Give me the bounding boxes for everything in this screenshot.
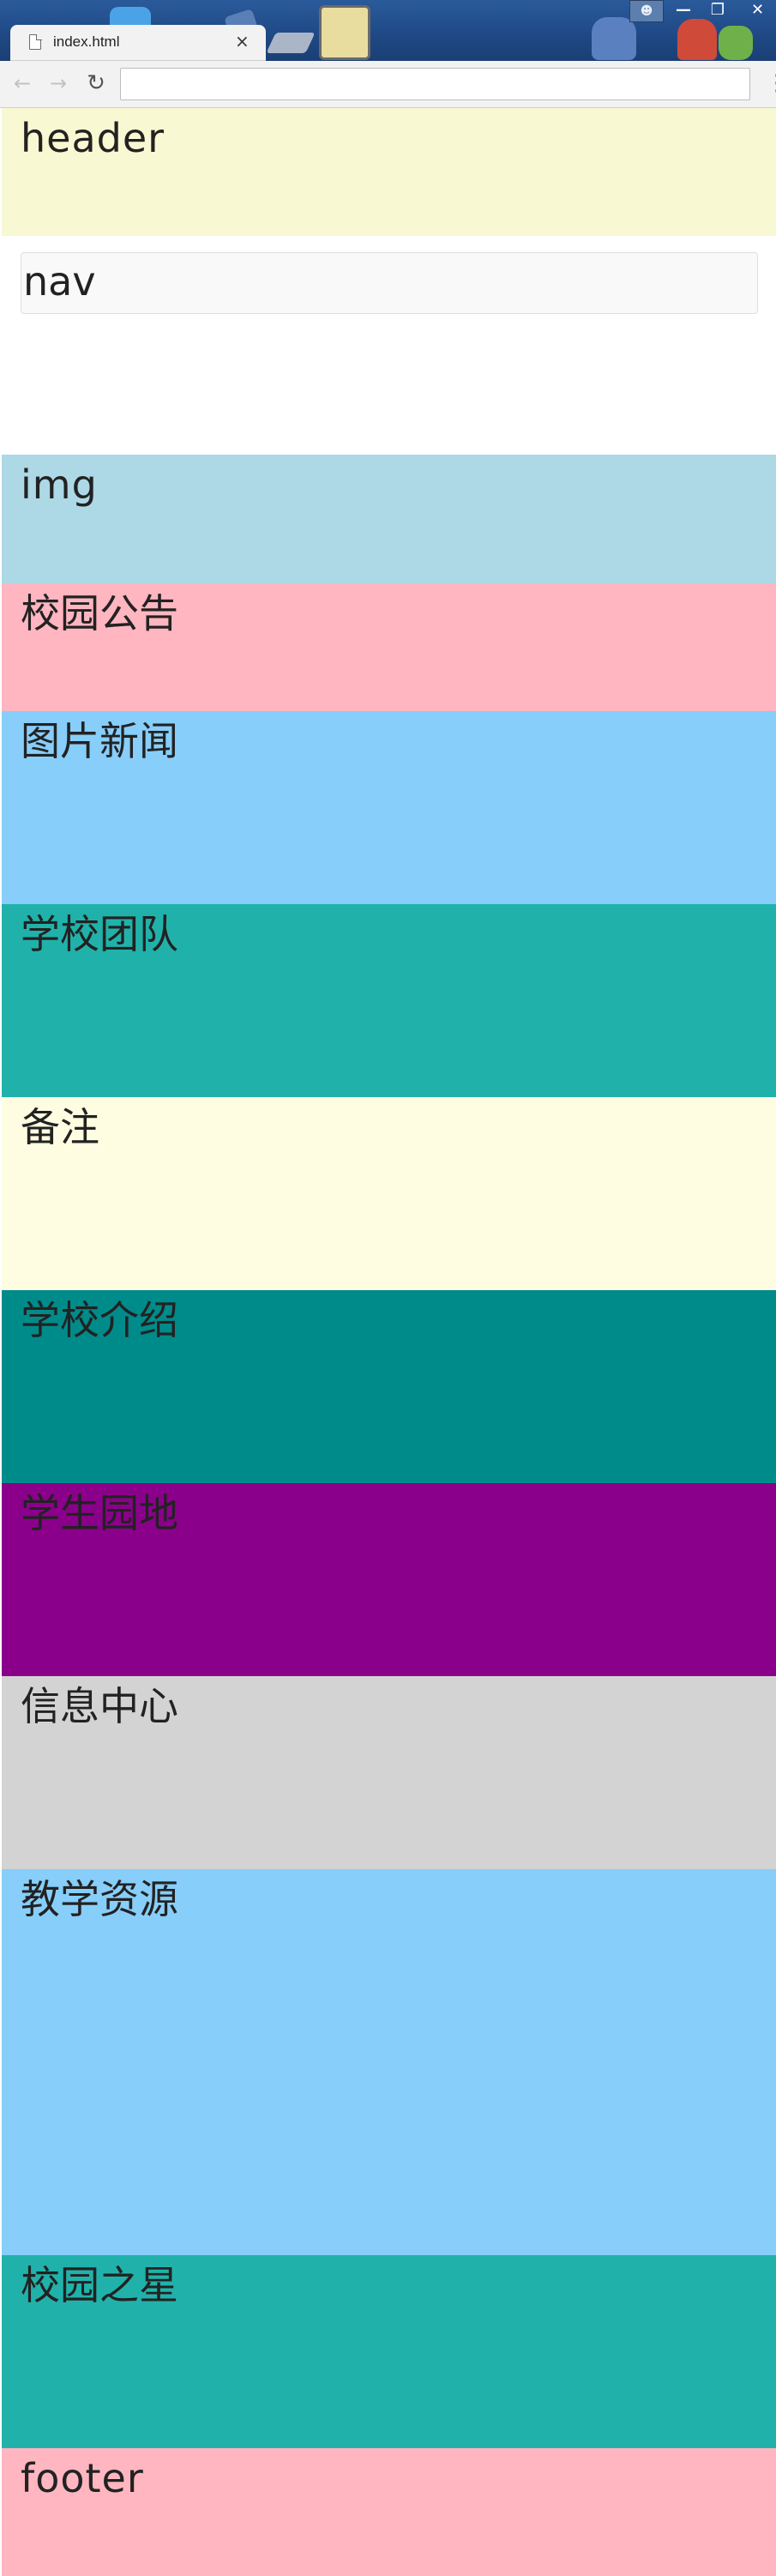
desktop-background xyxy=(319,5,370,60)
page-content: header nav img 校园公告 图片新闻 学校团队 备注 学校介绍 学生… xyxy=(2,108,776,2576)
window-close-button[interactable]: ✕ xyxy=(739,0,776,22)
section-label: 学生园地 xyxy=(21,1490,178,1536)
school-team-section: 学校团队 xyxy=(2,904,776,1097)
browser-toolbar: ← → ↻ ⋮ xyxy=(0,61,776,108)
window-close-icon: ✕ xyxy=(750,1,765,19)
nav-bar[interactable]: nav xyxy=(21,252,758,314)
forward-arrow-icon[interactable]: → xyxy=(46,71,70,95)
section-label: nav xyxy=(23,258,96,305)
browser-titlebar: index.html × ☻ — ❐ ✕ xyxy=(0,0,776,61)
section-label: footer xyxy=(21,2455,144,2501)
menu-dots-icon[interactable]: ⋮ xyxy=(766,71,776,97)
section-label: 学校团队 xyxy=(21,911,178,957)
close-icon[interactable]: × xyxy=(235,32,250,51)
restore-icon: ❐ xyxy=(710,1,725,19)
header-section: header xyxy=(2,108,776,236)
section-label: 备注 xyxy=(21,1104,99,1150)
school-intro-section: 学校介绍 xyxy=(2,1290,776,1483)
section-label: 教学资源 xyxy=(21,1876,178,1922)
reload-icon[interactable]: ↻ xyxy=(84,71,108,95)
desktop-background xyxy=(719,26,753,60)
section-label: 信息中心 xyxy=(21,1683,178,1729)
desktop-background xyxy=(677,19,717,60)
browser-tab[interactable]: index.html × xyxy=(10,25,266,61)
section-label: 图片新闻 xyxy=(21,718,178,764)
tab-title: index.html xyxy=(53,33,120,50)
profile-button[interactable]: ☻ xyxy=(629,0,664,22)
new-tab-button[interactable] xyxy=(266,33,316,53)
campus-star-section: 校园之星 xyxy=(2,2255,776,2448)
minimize-button[interactable]: — xyxy=(669,0,698,22)
maximize-button[interactable]: ❐ xyxy=(703,0,732,22)
back-arrow-icon[interactable]: ← xyxy=(10,71,34,95)
minimize-icon: — xyxy=(676,1,691,19)
remarks-section: 备注 xyxy=(2,1097,776,1290)
section-label: 校园之星 xyxy=(21,2262,178,2308)
nav-section: nav xyxy=(2,236,776,455)
section-label: img xyxy=(21,462,98,508)
announcement-section: 校园公告 xyxy=(2,583,776,711)
desktop-background xyxy=(592,17,636,60)
section-label: header xyxy=(21,115,165,161)
person-icon: ☻ xyxy=(640,4,653,18)
footer-section: footer xyxy=(2,2448,776,2576)
section-label: 校园公告 xyxy=(21,590,178,636)
student-garden-section: 学生园地 xyxy=(2,1483,776,1676)
img-section: img xyxy=(2,455,776,583)
teaching-resources-section: 教学资源 xyxy=(2,1869,776,2255)
photo-news-section: 图片新闻 xyxy=(2,711,776,904)
info-center-section: 信息中心 xyxy=(2,1676,776,1869)
file-icon xyxy=(29,33,42,50)
address-bar[interactable] xyxy=(120,68,750,100)
section-label: 学校介绍 xyxy=(21,1297,178,1343)
